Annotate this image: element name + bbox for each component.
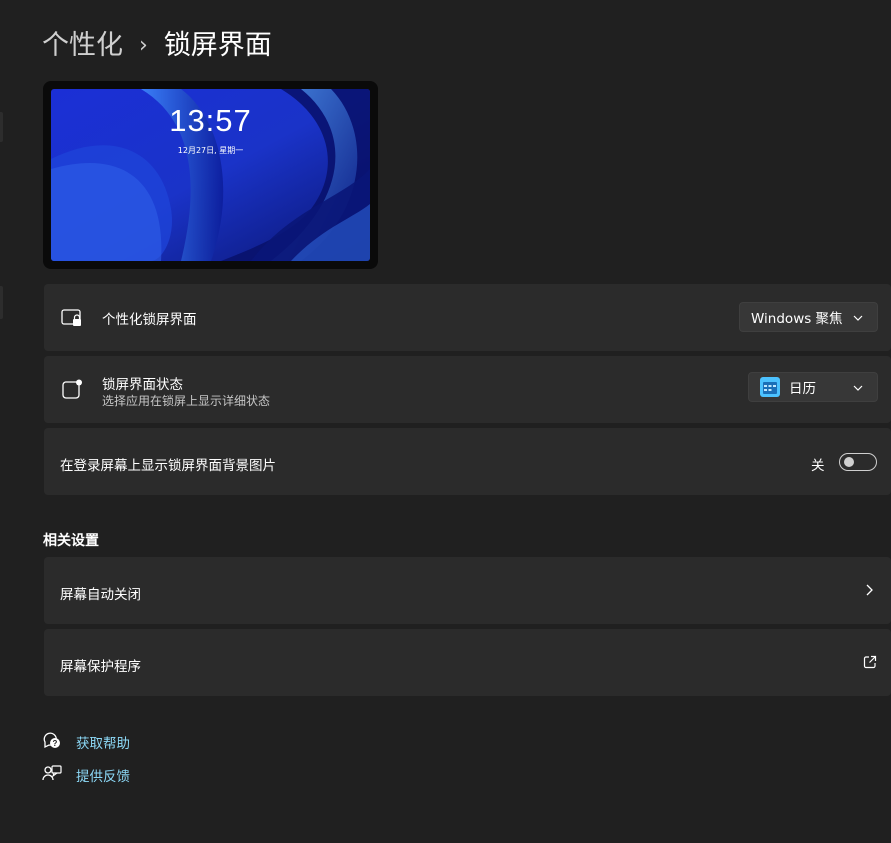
lock-screen-status-description: 选择应用在锁屏上显示详细状态	[102, 394, 271, 408]
calendar-icon	[760, 377, 780, 397]
lock-screen-status-dropdown[interactable]: 日历	[748, 372, 878, 402]
page-title: 锁屏界面	[163, 30, 272, 61]
personalize-lock-screen-label: 个性化锁屏界面	[102, 312, 197, 328]
preview-clock: 13:57	[169, 103, 252, 138]
screen-saver-link[interactable]: 屏幕保护程序	[44, 629, 891, 696]
signin-background-toggle[interactable]	[839, 453, 877, 471]
nav-pane-edge[interactable]	[0, 112, 3, 142]
chevron-down-icon	[853, 315, 863, 321]
screen-saver-label: 屏幕保护程序	[60, 659, 141, 675]
personalize-lock-screen-card: 个性化锁屏界面 Windows 聚焦	[44, 284, 891, 351]
lock-screen-preview-image: 13:57 12月27日, 星期一	[51, 89, 370, 261]
external-link-icon	[863, 655, 877, 669]
lock-screen-icon	[61, 309, 81, 326]
lock-screen-preview: 13:57 12月27日, 星期一	[43, 81, 378, 269]
screen-timeout-label: 屏幕自动关闭	[60, 587, 141, 603]
chevron-right-icon	[866, 584, 873, 596]
related-settings-heading: 相关设置	[43, 533, 99, 549]
dropdown-selected-value: 日历	[789, 381, 816, 397]
lock-screen-status-card: 锁屏界面状态 选择应用在锁屏上显示详细状态 日历	[44, 356, 891, 423]
breadcrumb-parent[interactable]: 个性化	[42, 28, 123, 64]
signin-background-label: 在登录屏幕上显示锁屏界面背景图片	[60, 458, 276, 474]
settings-page: 个性化 › 锁屏界面 13:57 12月27日, 星期一 个性化锁屏界面 Win…	[0, 0, 891, 843]
screen-timeout-link[interactable]: 屏幕自动关闭	[44, 557, 891, 624]
dropdown-selected-value: Windows 聚焦	[751, 311, 843, 327]
breadcrumb-separator-icon: ›	[139, 33, 148, 58]
get-help-link[interactable]: 获取帮助	[76, 732, 130, 752]
toggle-knob	[844, 457, 854, 467]
lock-screen-status-label: 锁屏界面状态	[102, 377, 183, 393]
status-notification-icon	[62, 379, 82, 399]
signin-background-card: 在登录屏幕上显示锁屏界面背景图片 关	[44, 428, 891, 495]
get-help-icon: ?	[43, 732, 60, 749]
nav-pane-edge-selected[interactable]	[0, 286, 3, 319]
chevron-down-icon	[853, 385, 863, 391]
breadcrumb: 个性化 › 锁屏界面	[42, 26, 272, 66]
lock-screen-background-dropdown[interactable]: Windows 聚焦	[739, 302, 878, 332]
feedback-link[interactable]: 提供反馈	[76, 765, 130, 785]
toggle-state-label: 关	[811, 458, 825, 474]
svg-text:?: ?	[53, 739, 58, 748]
feedback-icon	[42, 765, 62, 781]
preview-date: 12月27日, 星期一	[177, 146, 244, 155]
